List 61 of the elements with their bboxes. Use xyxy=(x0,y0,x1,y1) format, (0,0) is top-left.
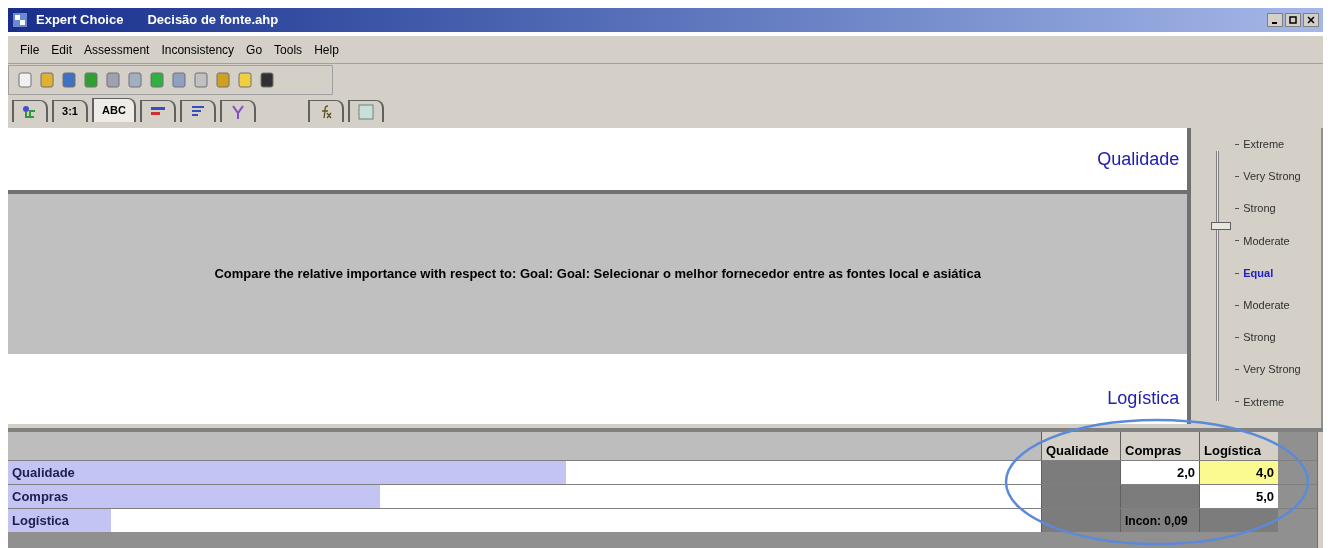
scale-label[interactable]: Equal xyxy=(1243,264,1274,282)
document-name: Decisão de fonte.ahp xyxy=(147,11,279,30)
scale-label[interactable]: Very Strong xyxy=(1243,168,1301,185)
scale-label[interactable]: Extreme xyxy=(1243,136,1285,153)
comparison-prompt: Compare the relative importance with respect to: Goal: Goal: Selecionar o melhor fornecedor entre as fontes local e asiática xyxy=(214,265,981,284)
column-header: Logística xyxy=(1199,432,1278,460)
slider-thumb[interactable] xyxy=(1211,222,1232,230)
menu-item[interactable]: Help xyxy=(314,40,339,59)
view-tab[interactable] xyxy=(219,100,256,122)
minimize-button[interactable] xyxy=(1267,13,1283,27)
matrix-cell[interactable]: 5,0 xyxy=(1199,485,1278,508)
scale-label[interactable]: Very Strong xyxy=(1243,361,1301,378)
menu-item[interactable]: Edit xyxy=(51,40,73,59)
view-tab[interactable] xyxy=(179,100,216,122)
view-tab[interactable]: ABC xyxy=(92,98,136,122)
scale-label[interactable]: Strong xyxy=(1243,200,1276,217)
maximize-icon xyxy=(1289,16,1297,24)
matrix-cell[interactable]: 4,0 xyxy=(1199,461,1278,484)
close-icon xyxy=(1307,16,1315,24)
column-header: Qualidade xyxy=(1041,432,1120,460)
maximize-button[interactable] xyxy=(1285,13,1301,27)
menu-item[interactable]: Inconsistency xyxy=(161,40,235,59)
view-tab[interactable] xyxy=(12,100,48,122)
close-button[interactable] xyxy=(1303,13,1319,27)
lines-icon xyxy=(190,104,205,119)
view-tab[interactable]: 3:1 xyxy=(52,100,88,122)
scale-label[interactable]: Strong xyxy=(1243,329,1276,346)
row-label: Qualidade xyxy=(11,463,76,482)
tick-mark xyxy=(1235,336,1240,338)
tick-mark xyxy=(1235,369,1240,371)
tick-mark xyxy=(1235,143,1240,145)
menu-item[interactable]: Go xyxy=(246,40,263,59)
tick-mark xyxy=(1235,208,1240,210)
network-icon xyxy=(230,103,245,120)
tick-mark xyxy=(1235,272,1240,274)
sheet-icon xyxy=(357,103,374,120)
row-label: Logística xyxy=(11,511,71,530)
bottom-element-label: Logística xyxy=(1107,387,1180,410)
tick-mark xyxy=(1235,175,1240,177)
formula-icon xyxy=(319,104,332,119)
tree-icon xyxy=(22,104,38,119)
window-title: Expert Choice xyxy=(36,11,124,30)
view-tab[interactable] xyxy=(139,100,176,122)
top-element-label: Qualidade xyxy=(1097,147,1180,171)
tick-mark xyxy=(1235,240,1240,242)
scale-label[interactable]: Moderate xyxy=(1243,232,1290,250)
scale-label[interactable]: Moderate xyxy=(1243,296,1290,314)
inconsistency-ratio: Incon: 0,09 xyxy=(1120,509,1199,532)
app-icon xyxy=(12,12,28,28)
menu-item[interactable]: Tools xyxy=(274,40,303,59)
column-header: Compras xyxy=(1120,432,1199,460)
scale-label[interactable]: Extreme xyxy=(1243,393,1285,410)
bar-chart-icon xyxy=(149,105,166,118)
tick-mark xyxy=(1235,304,1240,306)
tick-mark xyxy=(1235,401,1240,403)
row-label: Compras xyxy=(11,487,70,506)
view-tab[interactable] xyxy=(347,100,384,122)
view-tab[interactable] xyxy=(307,100,344,122)
menu-item[interactable]: Assessment xyxy=(84,40,150,59)
menu-item[interactable]: File xyxy=(20,40,40,59)
matrix-cell[interactable]: 2,0 xyxy=(1120,461,1199,484)
